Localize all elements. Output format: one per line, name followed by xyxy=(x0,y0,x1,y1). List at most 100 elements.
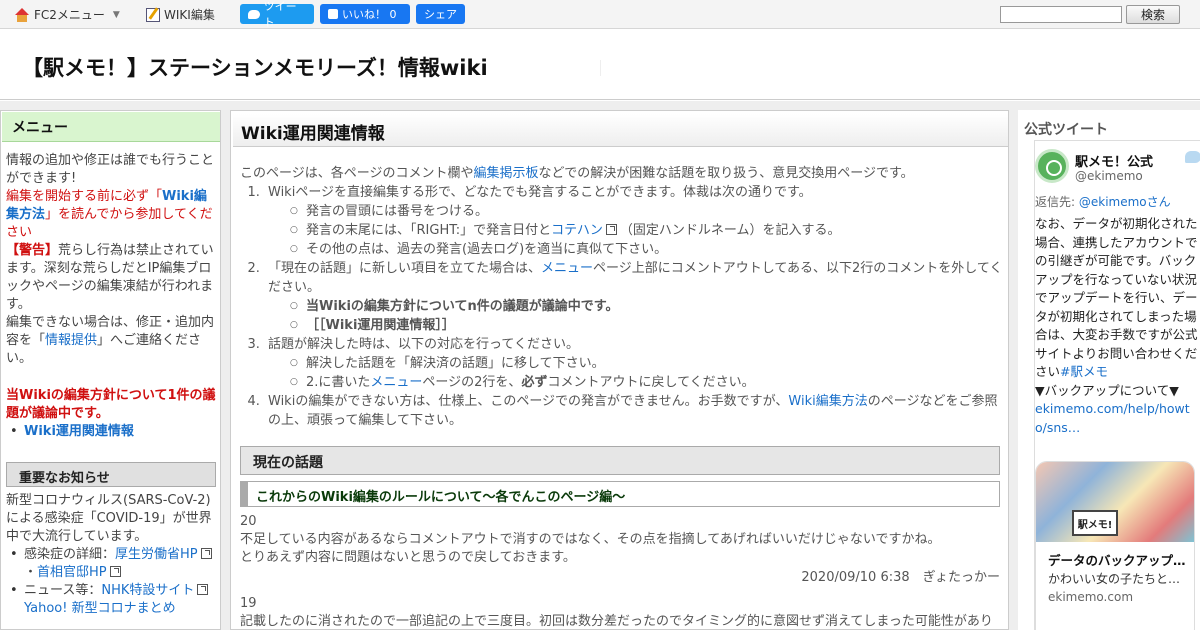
news-text: 新型コロナウィルス(SARS-CoV-2)による感染症「COVID-19」が世界… xyxy=(6,493,212,544)
preview-description: かわいい女の子たちと… xyxy=(1048,572,1181,586)
wiki-edit-label: WIKI編集 xyxy=(164,8,215,22)
right-sidebar: 公式ツイート 駅メモ！公式 @ekimemo 返信先: @ekimemoさん な… xyxy=(1018,110,1200,630)
menu-heading: メニュー xyxy=(2,112,220,142)
tweet-body: なお、データが初期化された場合、連携したアカウントでの引継ぎが可能です。バックア… xyxy=(1035,216,1198,379)
policy-notice-text: 当Wikiの編集方針について1件の議題が議論中です。 xyxy=(6,388,216,421)
share-button[interactable]: シェア xyxy=(416,4,465,24)
wiki-ops-link[interactable]: Wiki運用関連情報 xyxy=(24,424,134,439)
list-item: 発言の末尾には、「RIGHT:」で発言日付とコテハン （固定ハンドルネーム）を記入… xyxy=(290,221,1005,240)
kotehan-link[interactable]: コテハン xyxy=(551,223,603,238)
external-link-icon xyxy=(605,224,617,235)
home-icon xyxy=(14,7,30,22)
step-text: 発言の末尾には、「RIGHT:」で発言日付と xyxy=(306,223,552,238)
step-text: コメントアウトに戻してください。 xyxy=(547,375,755,390)
official-tweet-heading: 公式ツイート xyxy=(1024,122,1108,138)
avatar[interactable] xyxy=(1035,149,1069,183)
fc2-menu-label: FC2メニュー xyxy=(34,8,105,22)
comment-post: 20 不足している内容があるならコメントアウトで消すのではなく、その点を指摘して… xyxy=(240,513,1000,587)
left-sidebar: メニュー 情報の追加や修正は誰でも行うことができます! 編集を開始する前に必ず「… xyxy=(0,110,221,630)
list-item: その他の点は、過去の発言(過去ログ)を適当に真似て下さい。 xyxy=(290,240,1005,259)
fc2-menu-button[interactable]: FC2メニュー ▼ xyxy=(14,6,120,23)
thumbs-up-icon xyxy=(328,9,338,19)
tweet-url-link[interactable]: ekimemo.com/help/howto/sns… xyxy=(1035,401,1190,435)
preview-badge: 駅メモ! xyxy=(1072,510,1118,536)
external-link-icon xyxy=(200,548,212,559)
rules-list: Wikiページを直接編集する形で、どなたでも発言することができます。体裁は次の通… xyxy=(264,183,1005,430)
step-text: 2.に書いた xyxy=(306,375,371,390)
edit-notice: 情報の追加や修正は誰でも行うことができます! 編集を開始する前に必ず「Wiki編… xyxy=(6,152,216,368)
current-topics-heading: 現在の話題 xyxy=(240,446,1000,475)
post-number: 19 xyxy=(240,596,257,611)
step-text: Wikiの編集ができない方は、仕様上、このページでの発言ができません。お手数です… xyxy=(268,394,789,409)
list-item: Wiki運用関連情報 xyxy=(6,423,216,441)
preview-title: データのバックアップ… xyxy=(1048,553,1186,568)
header-divider xyxy=(600,60,601,76)
nhk-link[interactable]: NHK特設サイト xyxy=(101,583,194,598)
search-button[interactable]: 検索 xyxy=(1126,5,1180,24)
tweet-card[interactable]: 駅メモ！公式 @ekimemo 返信先: @ekimemoさん なお、データが初… xyxy=(1034,140,1200,630)
reply-handle-link[interactable]: @ekimemoさん xyxy=(1079,195,1171,209)
list-item: 2.に書いたメニューページの2行を、必ずコメントアウトに戻してください。 xyxy=(290,373,1005,392)
comment-post: 19 記載したのに消されたので一部追記の上で三度目。初回は数分差だったのでタイミ… xyxy=(240,595,1000,629)
external-link-icon xyxy=(109,566,121,577)
wiki-edit-guide-link[interactable]: Wiki編集方法 xyxy=(788,394,867,409)
separator: ・ xyxy=(24,565,38,580)
post-meta: 2020/09/10 6:38 ぎょたっかー xyxy=(801,570,1000,585)
tweet-text: なお、データが初期化された場合、連携したアカウントでの引継ぎが可能です。バックア… xyxy=(1035,215,1200,437)
notice-text: 情報の追加や修正は誰でも行うことができます! xyxy=(6,153,215,186)
news-item-label: ニュース等： xyxy=(24,583,102,598)
list-item: 解決した話題を「解決済の話題」に移して下さい。 xyxy=(290,354,1005,373)
reply-to: 返信先: @ekimemoさん xyxy=(1035,193,1171,210)
tweet-author-name[interactable]: 駅メモ！公式 xyxy=(1075,151,1153,170)
hashtag-link[interactable]: #駅メモ xyxy=(1060,364,1108,379)
search-input[interactable] xyxy=(1000,6,1122,23)
like-button[interactable]: いいね！ 0 xyxy=(320,4,410,24)
intro-section: このページは、各ページのコメント欄や編集掲示板などでの解決が困難な話題を取り扱う… xyxy=(240,164,1005,430)
like-label: いいね！ 0 xyxy=(342,8,397,21)
site-title[interactable]: 【駅メモ！】ステーションメモリーズ！情報wiki xyxy=(22,52,488,82)
kantei-link[interactable]: 首相官邸HP xyxy=(37,565,107,580)
tweet-button[interactable]: ツイート xyxy=(240,0,314,29)
emphasis-text: 必ず xyxy=(521,375,548,390)
mhlw-link[interactable]: 厚生労働省HP xyxy=(115,547,198,562)
edit-board-link[interactable]: 編集掲示板 xyxy=(473,166,538,181)
reply-label: 返信先: xyxy=(1035,195,1079,209)
post-text: 不足している内容があるならコメントアウトで消すのではなく、その点を指摘してあげれ… xyxy=(240,532,941,547)
notice-pre: 編集を開始する前に必ず「 xyxy=(6,189,163,204)
link-preview-card[interactable]: 駅メモ! データのバックアップ… かわいい女の子たちと… ekimemo.com xyxy=(1035,461,1195,630)
fc2-toolbar: FC2メニュー ▼ WIKI編集 ツイート いいね！ 0 シェア 検索 xyxy=(0,0,1200,29)
list-item: 話題が解決した時は、以下の対応を行ってください。 解決した話題を「解決済の話題」… xyxy=(264,335,1005,392)
wiki-edit-button[interactable]: WIKI編集 xyxy=(146,6,215,23)
policy-notice: 当Wikiの編集方針について1件の議題が議論中です。 Wiki運用関連情報 xyxy=(6,387,216,441)
step-text: ページの2行を、 xyxy=(422,375,522,390)
twitter-icon[interactable] xyxy=(1185,151,1200,163)
list-item: 発言の冒頭には番号をつける。 xyxy=(290,202,1005,221)
news-heading: 重要なお知らせ xyxy=(6,462,216,487)
preview-domain: ekimemo.com xyxy=(1048,590,1134,604)
list-item: Wikiページを直接編集する形で、どなたでも発言することができます。体裁は次の通… xyxy=(264,183,1005,259)
list-item: 当Wikiの編集方針についてn件の議題が議論中です。 xyxy=(290,297,1005,316)
step-text: 「現在の話題」に新しい項目を立てた場合は、 xyxy=(268,261,542,276)
list-item: ［［Wiki運用関連情報］］ xyxy=(290,316,1005,335)
post-text: とりあえず内容に問題はないと思うので戻しておきます。 xyxy=(240,550,576,565)
external-link-icon xyxy=(197,584,209,595)
twitter-icon xyxy=(248,9,260,19)
edit-icon xyxy=(146,7,160,22)
step-text: 話題が解決した時は、以下の対応を行ってください。 xyxy=(268,337,579,352)
tweet-label: ツイート xyxy=(263,0,297,29)
tweet-line: ▼バックアップについて▼ xyxy=(1035,382,1179,398)
news-body: 新型コロナウィルス(SARS-CoV-2)による感染症「COVID-19」が世界… xyxy=(6,492,216,618)
menu-link[interactable]: メニュー xyxy=(541,261,593,276)
menu-link[interactable]: メニュー xyxy=(370,375,422,390)
post-number: 20 xyxy=(240,514,257,529)
news-item-label: 感染症の詳細： xyxy=(24,547,116,562)
list-item: Wikiの編集ができない方は、仕様上、このページでの発言ができません。お手数です… xyxy=(264,392,1005,430)
page-title: Wiki運用関連情報 xyxy=(233,114,1008,147)
topic-heading: これからのWiki編集のルールについて～各でんこのページ編～ xyxy=(240,481,1000,507)
warning-tag: 【警告】 xyxy=(6,243,59,258)
yahoo-link[interactable]: Yahoo! 新型コロナまとめ xyxy=(24,601,176,616)
preview-image: 駅メモ! xyxy=(1036,462,1194,542)
intro-post: などでの解決が困難な話題を取り扱う、意見交換用ページです。 xyxy=(538,166,914,181)
info-link[interactable]: 情報提供 xyxy=(45,333,97,348)
tweet-author-handle[interactable]: @ekimemo xyxy=(1075,169,1143,183)
